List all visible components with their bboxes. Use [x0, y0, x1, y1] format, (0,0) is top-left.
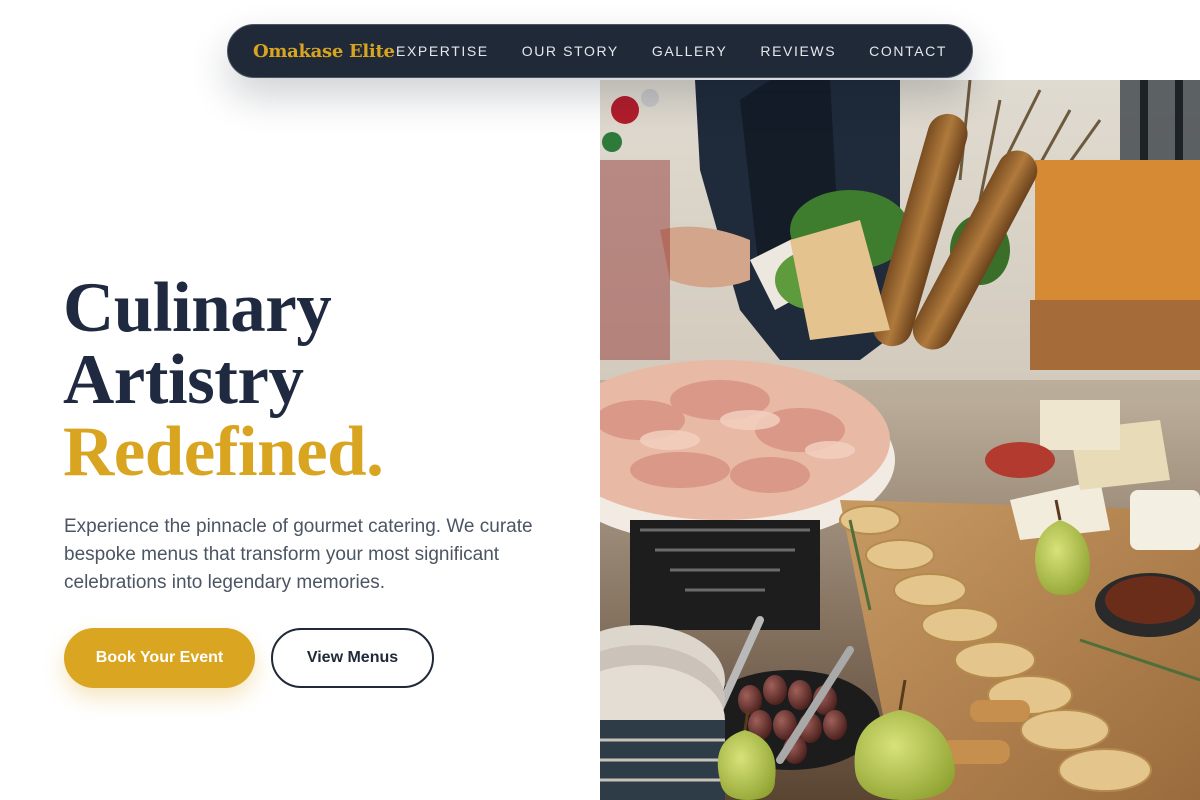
nav-link-our-story[interactable]: OUR STORY — [522, 43, 619, 59]
nav-link-reviews[interactable]: REVIEWS — [760, 43, 836, 59]
nav-link-gallery[interactable]: GALLERY — [652, 43, 728, 59]
nav-links: EXPERTISE OUR STORY GALLERY REVIEWS CONT… — [396, 43, 947, 59]
view-menus-button[interactable]: View Menus — [271, 628, 434, 688]
catering-buffet-photo — [600, 80, 1200, 800]
brand-logo[interactable]: Omakase Elite — [253, 41, 396, 62]
book-event-button[interactable]: Book Your Event — [64, 628, 255, 688]
nav-link-expertise[interactable]: EXPERTISE — [396, 43, 489, 59]
main-navigation: Omakase Elite EXPERTISE OUR STORY GALLER… — [227, 24, 973, 78]
hero-title-line-2: Artistry — [63, 341, 304, 419]
hero-subtitle: Experience the pinnacle of gourmet cater… — [64, 516, 533, 593]
hero-image — [600, 80, 1200, 800]
hero-title: Culinary Artistry Redefined. — [63, 269, 384, 491]
hero-title-line-1: Culinary — [63, 269, 332, 347]
hero-title-accent: Redefined. — [63, 413, 384, 491]
nav-link-contact[interactable]: CONTACT — [869, 43, 947, 59]
page: Omakase Elite EXPERTISE OUR STORY GALLER… — [0, 0, 1200, 800]
